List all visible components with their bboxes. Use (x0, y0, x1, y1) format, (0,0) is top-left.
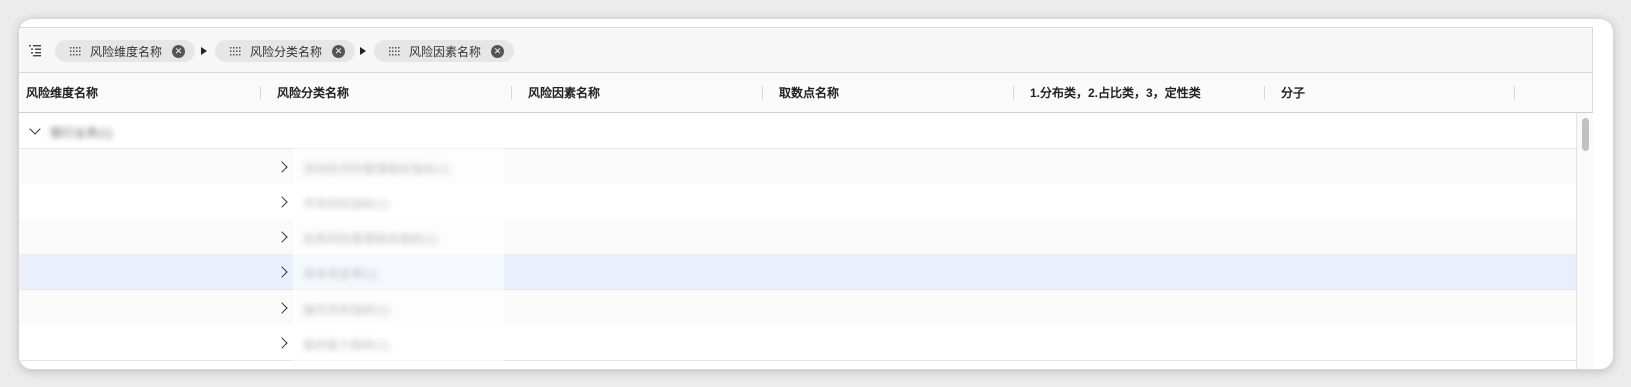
app-window: 风险维度名称 ✕ 风险分类名称 ✕ 风险因素名称 ✕ 风险维度名称 风险分类名称… (18, 18, 1614, 370)
group-chip-label: 风险分类名称 (250, 44, 323, 59)
row-group-bar: 风险维度名称 ✕ 风险分类名称 ✕ 风险因素名称 ✕ (19, 28, 1592, 73)
group-chip-label: 风险因素名称 (409, 44, 482, 59)
group-row[interactable]: 银行业务(1) (19, 113, 1576, 149)
chevron-right-icon[interactable] (276, 302, 288, 314)
vertical-scrollbar[interactable] (1576, 113, 1593, 369)
group-row-label: 资本充足率(1) (303, 267, 378, 281)
column-resize-handle[interactable] (1013, 86, 1014, 100)
group-row[interactable]: 流动性风险管理相关指标(1) (19, 149, 1576, 185)
column-header-numerator[interactable]: 分子 (1281, 73, 1305, 112)
chevron-down-icon[interactable] (29, 123, 41, 135)
drag-grip-icon[interactable] (230, 46, 242, 56)
group-row-label: 信用风险管理相关指标(1) (303, 232, 438, 246)
column-resize-handle[interactable] (1514, 86, 1515, 100)
scrollbar-thumb[interactable] (1582, 118, 1589, 151)
grid-panel: 风险维度名称 ✕ 风险分类名称 ✕ 风险因素名称 ✕ 风险维度名称 风险分类名称… (19, 27, 1593, 369)
close-circle-icon[interactable]: ✕ (491, 44, 505, 58)
column-header-type[interactable]: 1.分布类，2.占比类，3，定性类 (1030, 73, 1201, 112)
drag-grip-icon[interactable] (389, 46, 401, 56)
chevron-right-icon[interactable] (276, 196, 288, 208)
column-header-risk-category[interactable]: 风险分类名称 (277, 73, 349, 112)
tree-list-icon[interactable] (28, 43, 42, 57)
group-chip-risk-dimension[interactable]: 风险维度名称 ✕ (55, 40, 196, 62)
column-resize-handle[interactable] (511, 86, 512, 100)
group-row[interactable]: 操作风险指标(1) (19, 290, 1576, 326)
group-row-label: 操作风险指标(1) (303, 303, 390, 317)
chevron-right-icon[interactable] (276, 231, 288, 243)
column-header-risk-dimension[interactable]: 风险维度名称 (26, 73, 98, 112)
group-chip-risk-factor[interactable]: 风险因素名称 ✕ (374, 40, 515, 62)
column-header-row: 风险维度名称 风险分类名称 风险因素名称 取数点名称 1.分布类，2.占比类，3… (19, 73, 1592, 113)
grid-body: 银行业务(1) 流动性风险管理相关指标(1) 市场风险指标(1) 信用风险管理相… (19, 113, 1576, 369)
close-circle-icon[interactable]: ✕ (332, 44, 346, 58)
caret-right-icon (201, 47, 207, 55)
drag-grip-icon[interactable] (70, 46, 82, 56)
column-resize-handle[interactable] (260, 86, 261, 100)
group-row[interactable]: 市场风险指标(1) (19, 184, 1576, 220)
group-row-label: 盈利能力指标(1) (303, 338, 390, 352)
column-header-data-point[interactable]: 取数点名称 (779, 73, 839, 112)
group-row-selected[interactable]: 资本充足率(1) (19, 254, 1576, 290)
group-row[interactable]: 信用风险管理相关指标(1) (19, 219, 1576, 255)
chevron-right-icon[interactable] (276, 266, 288, 278)
close-circle-icon[interactable]: ✕ (172, 44, 186, 58)
caret-right-icon (360, 47, 366, 55)
column-header-risk-factor[interactable]: 风险因素名称 (528, 73, 600, 112)
group-row-label: 流动性风险管理相关指标(1) (303, 162, 450, 176)
chevron-right-icon[interactable] (276, 337, 288, 349)
group-row[interactable]: 盈利能力指标(1) (19, 325, 1576, 361)
column-resize-handle[interactable] (762, 86, 763, 100)
group-chip-risk-category[interactable]: 风险分类名称 ✕ (215, 40, 356, 62)
group-row-label: 市场风险指标(1) (303, 197, 390, 211)
column-resize-handle[interactable] (1264, 86, 1265, 100)
group-chip-label: 风险维度名称 (90, 44, 163, 59)
chevron-right-icon[interactable] (276, 161, 288, 173)
group-row-label: 银行业务(1) (50, 126, 113, 140)
